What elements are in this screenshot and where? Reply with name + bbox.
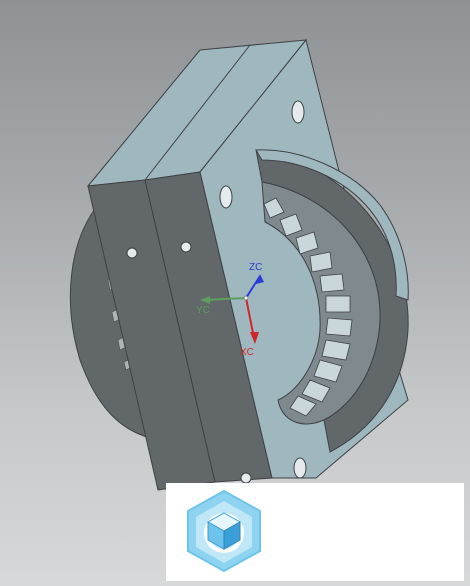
hexagon-cube-logo-icon	[187, 489, 261, 573]
xc-label: XC	[240, 347, 254, 358]
yc-label: YC	[196, 305, 210, 316]
triad-origin	[243, 295, 249, 301]
watermark-panel	[166, 483, 464, 581]
zc-label: ZC	[249, 262, 263, 273]
